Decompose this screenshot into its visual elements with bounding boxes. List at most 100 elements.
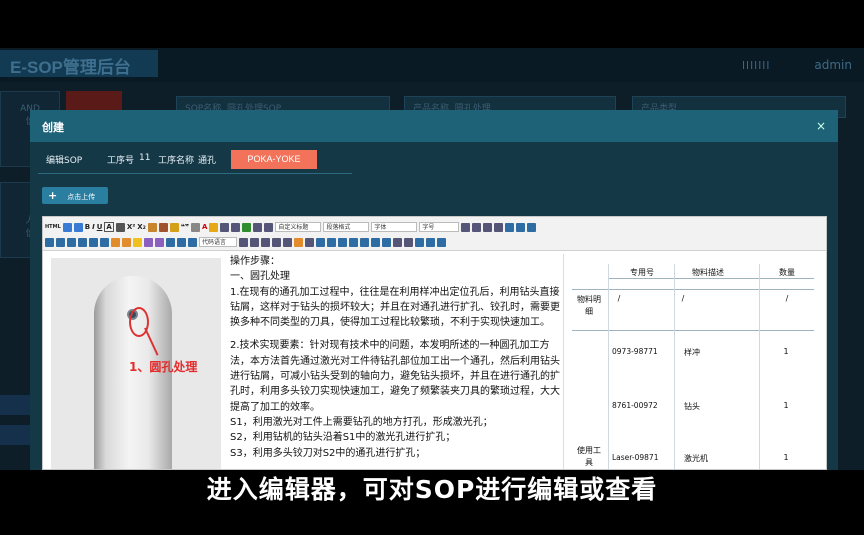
line-height-icon[interactable] bbox=[253, 222, 263, 232]
signal-icon: lllllll bbox=[742, 59, 771, 72]
header-quantity: 数量 bbox=[779, 268, 795, 277]
date-icon[interactable] bbox=[261, 237, 270, 247]
format-painter-icon[interactable] bbox=[147, 222, 157, 232]
font-border-button[interactable]: A bbox=[104, 222, 114, 232]
table-cell: 8761-00972 bbox=[612, 401, 658, 410]
strikethrough-icon[interactable] bbox=[115, 222, 125, 232]
redo-icon[interactable] bbox=[73, 222, 83, 232]
editor-toolbar: HTML B I U A X² X₂ ❝❞ A 自定义标题 段落格式 字体 字号… bbox=[43, 217, 826, 251]
html-button[interactable]: HTML bbox=[45, 224, 61, 230]
align-left-icon[interactable] bbox=[461, 222, 471, 232]
font-color-button[interactable]: A bbox=[202, 223, 207, 231]
search-icon[interactable] bbox=[415, 237, 424, 247]
link-icon[interactable] bbox=[505, 222, 515, 232]
table-icon[interactable] bbox=[305, 237, 314, 247]
table-cell: 1 bbox=[783, 401, 789, 410]
sort-icon[interactable] bbox=[382, 237, 391, 247]
code-language-select[interactable]: 代码语言 bbox=[199, 237, 237, 247]
code-icon[interactable] bbox=[188, 237, 197, 247]
italic-button[interactable]: I bbox=[92, 223, 95, 231]
drafts-icon[interactable] bbox=[426, 237, 435, 247]
font-family-select[interactable]: 字体 bbox=[371, 222, 418, 232]
indent-icon[interactable] bbox=[45, 237, 54, 247]
table-props-icon[interactable] bbox=[371, 237, 380, 247]
paragraph-select[interactable]: 段落格式 bbox=[323, 222, 370, 232]
multi-image-icon[interactable] bbox=[122, 237, 131, 247]
help-icon[interactable] bbox=[437, 237, 446, 247]
table-cell: / bbox=[681, 294, 685, 303]
font-size-select[interactable]: 字号 bbox=[419, 222, 460, 232]
heading-select[interactable]: 自定义标题 bbox=[275, 222, 322, 232]
eraser-icon[interactable] bbox=[158, 222, 168, 232]
product-photo[interactable]: 1、圆孔处理 bbox=[51, 258, 221, 469]
table-rule bbox=[674, 264, 675, 469]
ordered-list-icon[interactable] bbox=[220, 222, 230, 232]
page-break-icon[interactable] bbox=[239, 237, 248, 247]
image-center-icon[interactable] bbox=[89, 237, 98, 247]
attachment-icon[interactable] bbox=[166, 237, 175, 247]
table-rule bbox=[759, 264, 760, 469]
rich-text-editor[interactable]: HTML B I U A X² X₂ ❝❞ A 自定义标题 段落格式 字体 字号… bbox=[42, 216, 827, 470]
auto-format-icon[interactable] bbox=[169, 222, 179, 232]
table-cell: 激光机 bbox=[684, 454, 708, 463]
select-all-icon[interactable] bbox=[242, 222, 252, 232]
anchor-icon[interactable] bbox=[56, 237, 65, 247]
image-left-icon[interactable] bbox=[78, 237, 87, 247]
bold-button[interactable]: B bbox=[85, 223, 90, 231]
superscript-button[interactable]: X² bbox=[127, 223, 135, 231]
spacing-icon[interactable] bbox=[264, 222, 274, 232]
editor-content[interactable]: 1、圆孔处理 操作步骤： 一、圆孔处理 1.在现有的通孔加工过程中，往往是在利用… bbox=[43, 251, 826, 469]
photo-annotation: 1、圆孔处理 bbox=[129, 360, 198, 374]
preview-icon[interactable] bbox=[404, 237, 413, 247]
map-icon[interactable] bbox=[177, 237, 186, 247]
table-cell: 1 bbox=[783, 347, 789, 356]
close-icon[interactable]: × bbox=[816, 119, 826, 133]
split-cells-icon[interactable] bbox=[349, 237, 358, 247]
insert-col-icon[interactable] bbox=[327, 237, 336, 247]
subscript-button[interactable]: X₂ bbox=[137, 223, 145, 231]
poka-yoke-button[interactable]: POKA-YOKE bbox=[231, 150, 317, 169]
fullscreen-icon[interactable] bbox=[527, 222, 537, 232]
align-center-icon[interactable] bbox=[472, 222, 482, 232]
procedure-text[interactable]: 操作步骤： 一、圆孔处理 1.在现有的通孔加工过程中，往往是在利用样冲出定位孔后… bbox=[230, 254, 562, 469]
step-no-value: 11 bbox=[139, 153, 151, 163]
group-label-materials: 物料明细 bbox=[577, 295, 601, 316]
delete-table-icon[interactable] bbox=[360, 237, 369, 247]
unordered-list-icon[interactable] bbox=[231, 222, 241, 232]
horizontal-rule-icon[interactable] bbox=[250, 237, 259, 247]
video-icon[interactable] bbox=[144, 237, 153, 247]
unlink-icon[interactable] bbox=[516, 222, 526, 232]
user-name[interactable]: admin bbox=[814, 58, 852, 72]
emoji-icon[interactable] bbox=[133, 237, 142, 247]
background-side-item bbox=[0, 425, 30, 445]
text-step: S2，利用钻机的钻头沿着S1中的激光孔进行扩孔； bbox=[230, 432, 456, 444]
special-char-icon[interactable] bbox=[283, 237, 292, 247]
clear-icon[interactable] bbox=[190, 222, 200, 232]
table-cell: / bbox=[617, 294, 621, 303]
app-title: E-SOP管理后台 bbox=[0, 50, 158, 77]
undo-icon[interactable] bbox=[62, 222, 72, 232]
toolbar-row: 代码语言 bbox=[45, 235, 446, 249]
plus-icon: + bbox=[48, 189, 58, 202]
edit-sop-label: 编辑SOP bbox=[46, 156, 83, 166]
image-right-icon[interactable] bbox=[100, 237, 109, 247]
highlight-icon[interactable] bbox=[209, 222, 219, 232]
print-icon[interactable] bbox=[393, 237, 402, 247]
material-table[interactable]: 专用号 物料描述 数量 物料明细 / / / 0973-98771 样冲 1 8… bbox=[563, 254, 821, 469]
wordimage-icon[interactable] bbox=[294, 237, 303, 247]
align-justify-icon[interactable] bbox=[494, 222, 504, 232]
quote-button[interactable]: ❝❞ bbox=[181, 223, 189, 231]
merge-cells-icon[interactable] bbox=[338, 237, 347, 247]
table-cell: 钻头 bbox=[684, 402, 700, 411]
underline-button[interactable]: U bbox=[97, 223, 103, 231]
upload-button[interactable]: + 点击上传 bbox=[42, 187, 108, 204]
align-right-icon[interactable] bbox=[483, 222, 493, 232]
image-float-icon[interactable] bbox=[67, 237, 76, 247]
music-icon[interactable] bbox=[155, 237, 164, 247]
table-rule bbox=[608, 264, 609, 469]
insert-row-icon[interactable] bbox=[316, 237, 325, 247]
text-paragraph: 2.技术实现要素：针对现有技术中的问题，本发明所述的一种圆孔加工方法，本方法首先… bbox=[230, 340, 560, 413]
image-icon[interactable] bbox=[111, 237, 120, 247]
table-cell: / bbox=[785, 294, 789, 303]
time-icon[interactable] bbox=[272, 237, 281, 247]
